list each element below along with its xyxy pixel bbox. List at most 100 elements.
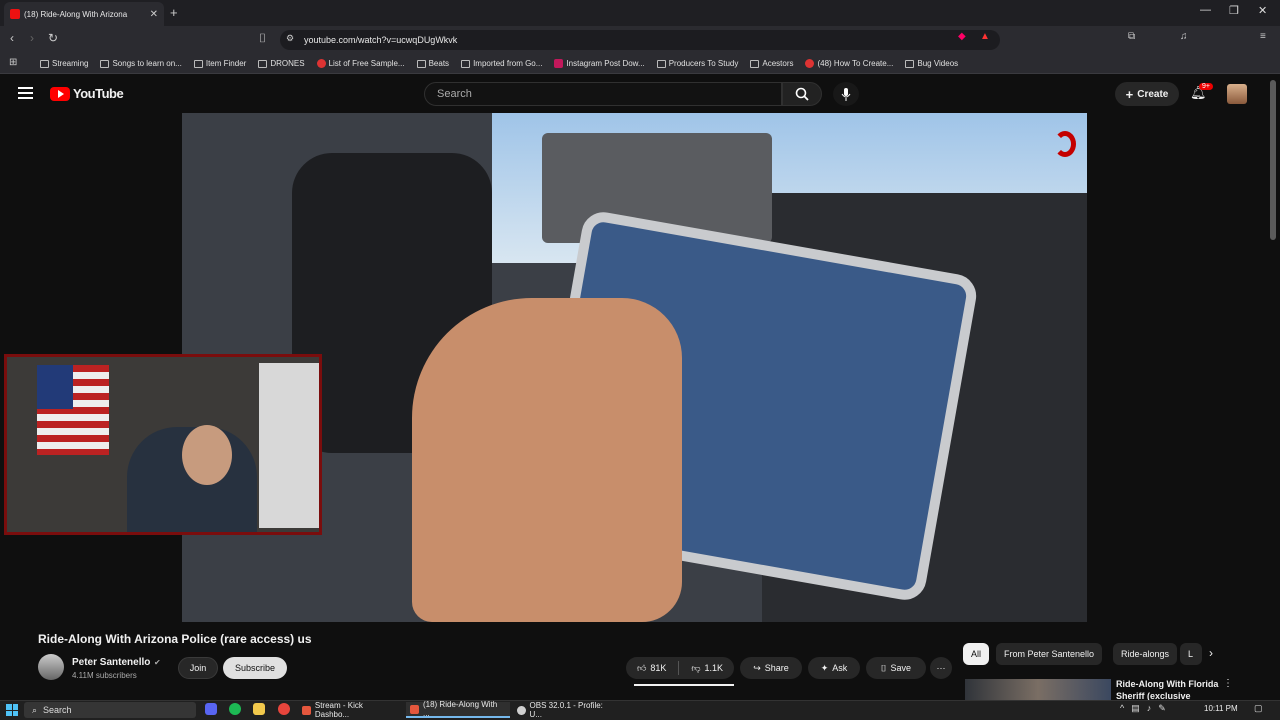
close-window-icon[interactable]: ✕ [1258,4,1267,17]
search-input[interactable]: Search [424,82,782,106]
brave-rewards-icon[interactable]: ▲ [980,31,990,42]
bookmark-item[interactable]: Producers To Study [656,59,738,68]
like-count: 81K [650,663,667,673]
account-avatar[interactable] [1227,84,1247,104]
chevron-right-icon[interactable]: › [1209,646,1213,660]
create-label: Create [1137,88,1169,100]
more-vertical-icon[interactable]: ⋮ [1223,678,1233,689]
reload-icon[interactable]: ↻ [48,31,58,45]
chip-truncated[interactable]: L [1180,643,1202,665]
network-icon[interactable]: ▤ [1131,703,1140,714]
like-dislike-group: 👍︎ 81K 👎︎ 1.1K [626,657,734,679]
browser-menu-icon[interactable]: ≡ [1260,31,1266,42]
site-info-icon[interactable]: ⚙ [286,33,294,44]
bookmark-label: Songs to learn on... [112,59,182,68]
address-bar[interactable]: youtube.com/watch?v=ucwqDUgWkvk [280,30,1000,50]
back-icon[interactable]: ‹ [10,31,14,45]
bookmark-item[interactable]: Beats [416,59,449,68]
taskbar-app-label: (18) Ride-Along With ... [422,700,498,718]
more-actions-button[interactable]: ··· [930,657,952,679]
bookmark-item[interactable]: DRONES [258,59,305,68]
bookmark-item[interactable]: Instagram Post Dow... [554,59,645,68]
bookmark-item[interactable]: Imported from Go... [461,59,542,68]
taskbar-app-obs[interactable]: OBS 32.0.1 - Profile: U... [513,701,617,719]
join-button[interactable]: Join [178,657,218,679]
notifications-icon[interactable]: ▢ [1254,703,1263,714]
search-icon: ⌕ [32,704,38,715]
share-button[interactable]: ↪ Share [740,657,802,679]
close-tab-icon[interactable]: ✕ [150,9,158,20]
verified-check-icon: ✔ [154,658,161,667]
bookmark-item[interactable]: Streaming [40,59,88,68]
video-title: Ride-Along With Arizona Police (rare acc… [38,632,312,646]
page-scrollbar[interactable] [1270,80,1276,240]
url-text: youtube.com/watch?v=ucwqDUgWkvk [304,35,458,45]
folder-icon [461,59,471,68]
ask-button[interactable]: ✦ Ask [808,657,860,679]
music-icon[interactable]: ♫ [1180,31,1188,42]
bookmark-item[interactable]: List of Free Sample... [316,59,405,68]
taskbar-search[interactable]: ⌕ Search [24,702,196,718]
plus-icon: + [1125,86,1134,102]
discord-icon[interactable] [205,703,217,715]
apps-grid-icon[interactable]: ⊞ [9,57,17,68]
browser-tab-strip [0,0,1280,26]
chevron-up-icon[interactable]: ^ [1120,703,1124,714]
share-label: Share [764,663,789,673]
folder-icon [905,59,915,68]
youtube-logo[interactable]: YouTube [50,86,124,101]
volume-icon[interactable]: ♪ [1147,703,1152,714]
browser-tab[interactable]: (18) Ride-Along With Arizona ✕ [4,2,164,26]
voice-search-button[interactable] [833,82,859,106]
bookmark-label: Instagram Post Dow... [566,59,645,68]
subscribe-button[interactable]: Subscribe [223,657,287,679]
folder-icon [193,59,203,68]
bookmark-page-icon[interactable]: ⌷ [259,31,266,46]
dislike-count: 1.1K [704,663,724,673]
taskbar-clock[interactable]: 10:11 PM [1204,704,1238,713]
bookmark-item[interactable]: Bug Videos [905,59,958,68]
spotify-icon[interactable] [229,703,241,715]
channel-name[interactable]: Peter Santenello [72,657,150,668]
like-button[interactable]: 👍︎ 81K [637,663,666,674]
recommended-title[interactable]: Ride-Along With Florida Sheriff (exclusi… [1116,678,1226,700]
join-label: Join [189,663,207,673]
bookmark-label: Streaming [52,59,89,68]
create-button[interactable]: + Create [1115,82,1179,106]
bookmark-label: DRONES [270,59,305,68]
chip-from-channel[interactable]: From Peter Santenello [996,643,1103,665]
search-button[interactable] [782,82,822,106]
bookmark-label: Imported from Go... [473,59,543,68]
pen-icon[interactable]: ✎ [1158,703,1166,714]
webcam-flag-canton [37,365,73,409]
channel-avatar[interactable] [38,654,64,680]
taskbar-app-label: Stream - Kick Dashbo... [314,701,363,719]
bookmark-item[interactable]: (48) How To Create... [805,59,893,68]
restore-icon[interactable]: ❐ [1229,4,1239,17]
minimize-icon[interactable]: — [1200,4,1211,16]
bookmark-item[interactable]: Item Finder [193,59,246,68]
chrome-icon[interactable] [278,703,290,715]
windows-start-icon[interactable] [6,704,18,716]
brave-shield-icon[interactable]: ◆ [958,31,966,42]
bookmark-item[interactable]: Songs to learn on... [100,59,182,68]
save-button[interactable]: ⌷ Save [866,657,926,679]
bookmark-item[interactable]: Acestors [750,59,793,68]
extensions-icon[interactable]: ⧉ [1128,31,1135,42]
hamburger-menu-icon[interactable] [18,87,33,99]
search-icon [795,87,809,101]
file-explorer-icon[interactable] [253,703,265,715]
folder-icon [258,59,268,68]
brave-icon [410,704,419,714]
forward-icon[interactable]: › [30,31,34,45]
bookmark-label: List of Free Sample... [328,59,405,68]
video-scene-hand [412,298,682,622]
chip-ride-alongs[interactable]: Ride-alongs [1113,643,1178,665]
thumbs-down-icon: 👎︎ [691,662,701,673]
taskbar-app-youtube[interactable]: (18) Ride-Along With ... [406,700,510,718]
chip-all[interactable]: All [963,643,990,665]
new-tab-icon[interactable]: + [170,5,178,20]
taskbar-app-kick[interactable]: Stream - Kick Dashbo... [298,701,402,719]
folder-icon [416,59,426,68]
dislike-button[interactable]: 👎︎ 1.1K [691,663,723,674]
